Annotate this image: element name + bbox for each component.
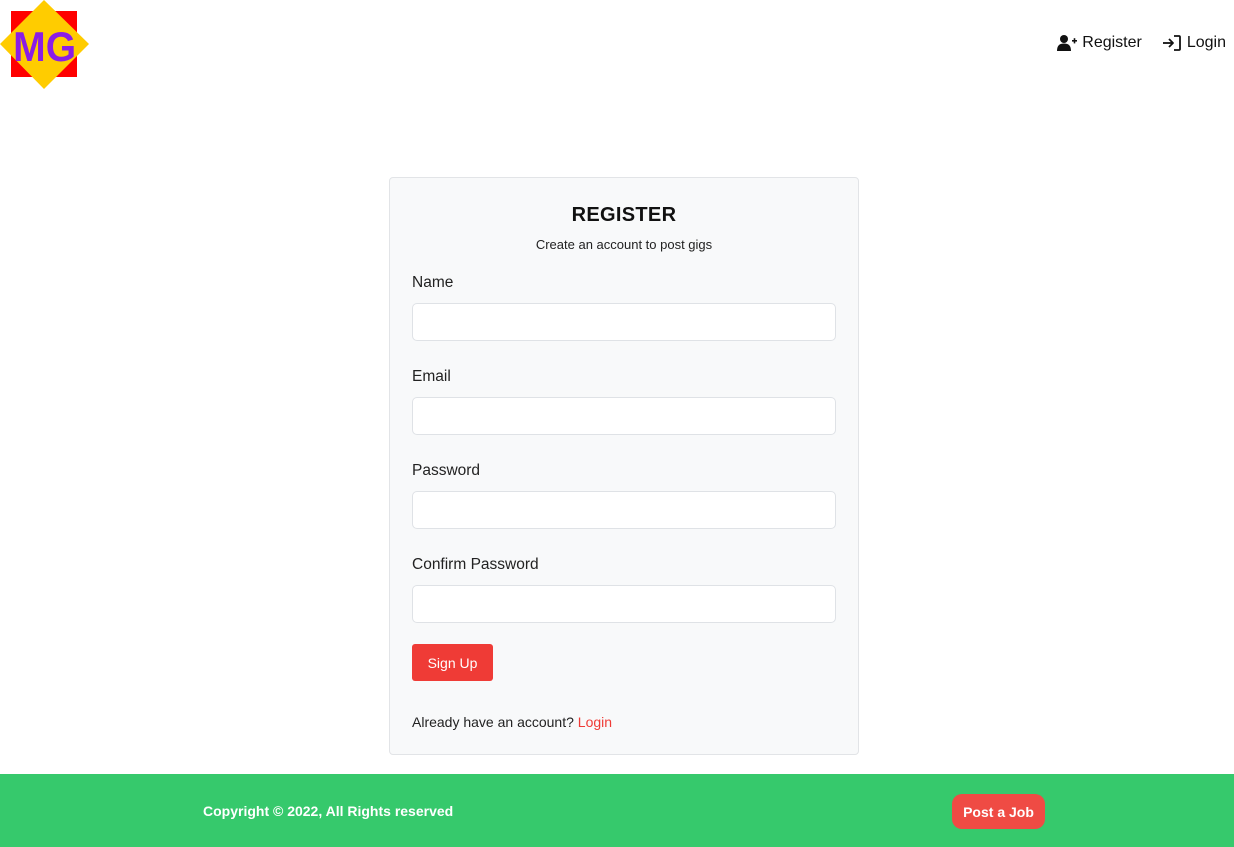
user-plus-icon [1057,34,1078,52]
email-input[interactable] [412,397,836,435]
name-input[interactable] [412,303,836,341]
name-label: Name [412,274,454,291]
form-subtitle: Create an account to post gigs [535,237,713,252]
register-page: MG Register Login REGISTER Create an acc… [0,0,1234,847]
post-job-button[interactable]: Post a Job [952,794,1045,829]
form-title: REGISTER [571,204,677,226]
nav-login-link[interactable]: Login [1162,34,1226,52]
top-nav: Register Login [1057,34,1226,52]
password-label: Password [412,462,481,479]
mg-logo-graphic: MG [0,0,89,89]
email-label: Email [412,368,451,385]
copyright-text: Copyright © 2022, All Rights reserved [203,803,454,819]
confirm-password-input[interactable] [412,585,836,623]
nav-login-label: Login [1186,34,1226,51]
login-prompt-text: Already have an account? [412,714,574,730]
confirm-password-label: Confirm Password [412,556,539,573]
sign-up-button[interactable]: Sign Up [412,644,493,681]
nav-register-label: Register [1082,34,1142,51]
nav-register-link[interactable]: Register [1057,34,1142,52]
register-card: REGISTER Create an account to post gigs … [389,177,859,755]
password-input[interactable] [412,491,836,529]
sign-in-icon [1162,34,1182,52]
login-link[interactable]: Login [578,714,612,730]
site-logo[interactable]: MG [0,0,90,90]
site-footer: Copyright © 2022, All Rights reserved Po… [0,774,1234,847]
logo-text: MG [13,23,76,71]
login-prompt-line: Already have an account? Login [412,714,612,730]
